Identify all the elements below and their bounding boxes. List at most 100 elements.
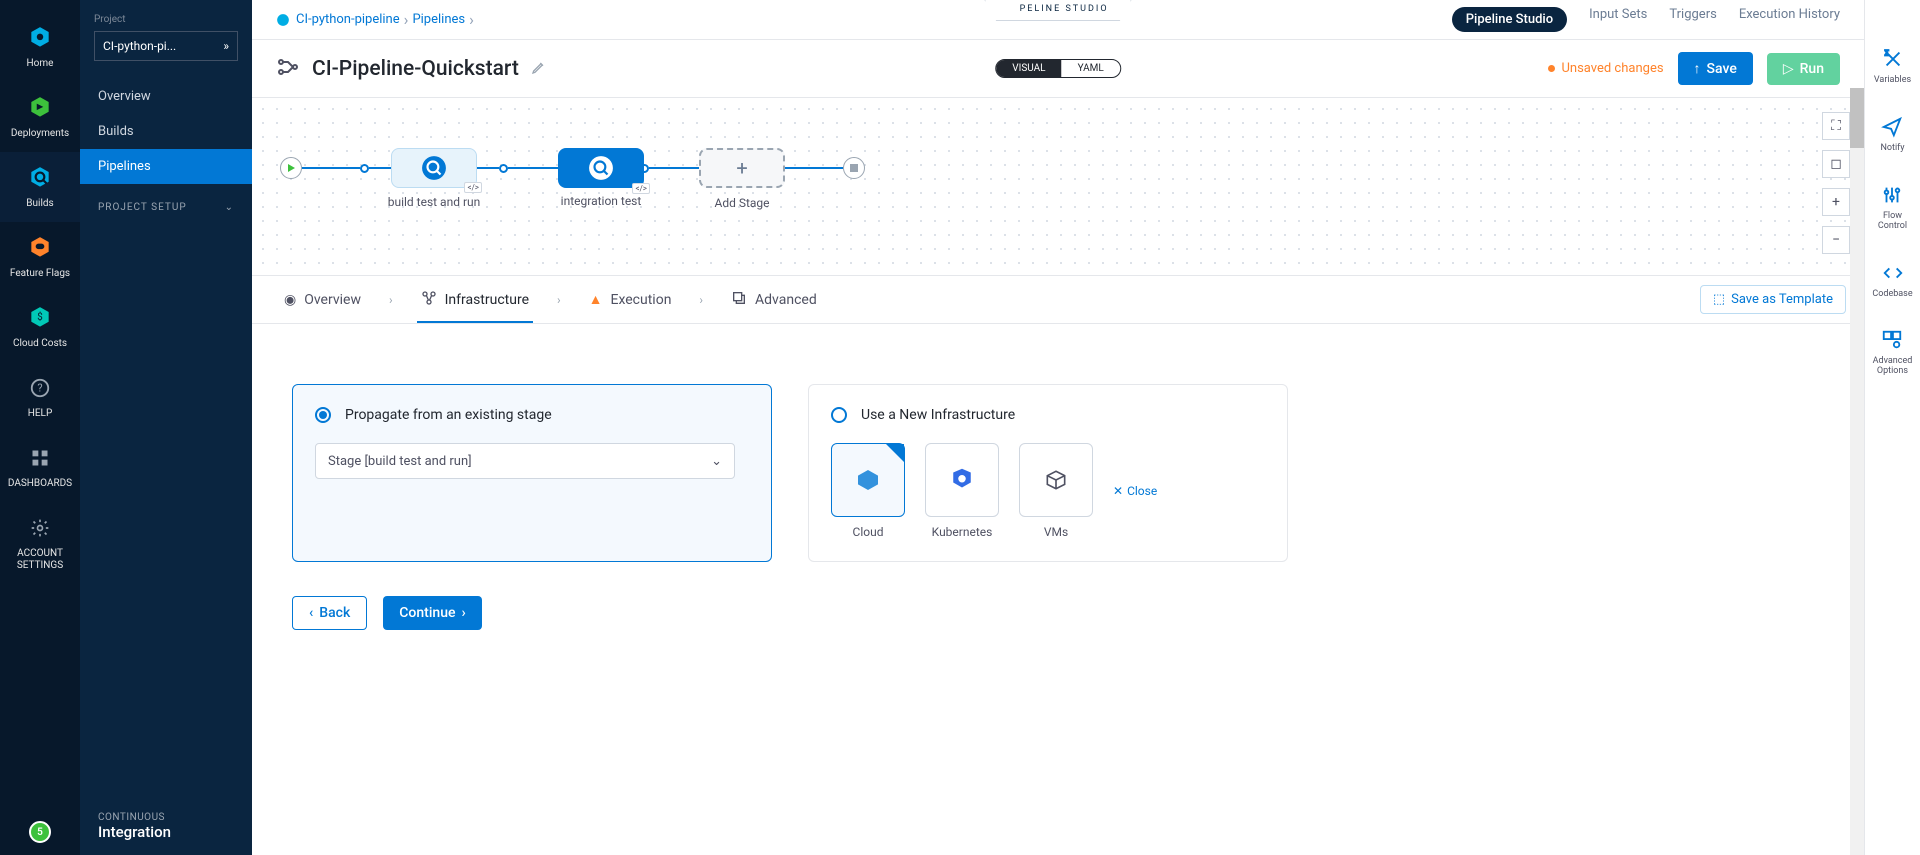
zoom-in-button[interactable]: + [1822,188,1850,216]
rail-deployments[interactable]: Deployments [0,82,80,152]
breadcrumb-section[interactable]: Pipelines [412,12,465,27]
end-node[interactable] [843,157,865,179]
rail-label: Home [27,58,54,70]
rail-label: HELP [28,408,53,420]
infra-option-cloud[interactable]: Cloud [831,443,905,539]
code-icon: </> [632,183,650,194]
scrollbar-thumb[interactable] [1850,88,1864,148]
nav-pipelines[interactable]: Pipelines [80,149,252,184]
project-sidebar: Project CI-python-pi... » Overview Build… [80,0,252,855]
back-label: Back [319,605,350,621]
code-icon [1882,262,1904,284]
rrail-codebase[interactable]: Codebase [1872,262,1912,300]
hex-icon [26,24,54,52]
stage-select[interactable]: Stage [build test and run] ⌄ [315,443,735,479]
project-icon [276,13,290,27]
run-button[interactable]: ▷Run [1767,53,1840,85]
stagetab-infrastructure[interactable]: Infrastructure [407,278,543,322]
gear-icon [26,514,54,542]
save-as-template-button[interactable]: ⬚ Save as Template [1700,285,1846,314]
connector-node[interactable] [360,164,369,173]
radio-new-infra[interactable] [831,407,847,423]
canvas-tools: ⛶ ◻ + − [1822,112,1850,254]
propagate-card[interactable]: Propagate from an existing stage Stage [… [292,384,772,562]
notification-badge[interactable]: 5 [29,821,51,843]
cloud-icon [853,465,883,495]
stagetab-label: Execution [610,292,671,308]
rail-dashboards[interactable]: DASHBOARDS [0,432,80,502]
tab-input-sets[interactable]: Input Sets [1589,7,1647,32]
save-template-label: Save as Template [1731,292,1833,307]
stagetab-label: Overview [304,292,361,308]
propagate-label: Propagate from an existing stage [345,407,552,423]
radio-propagate[interactable] [315,407,331,423]
new-infra-label: Use a New Infrastructure [861,407,1015,423]
rail-builds[interactable]: Builds [0,152,80,222]
new-infra-card[interactable]: Use a New Infrastructure Cloud Kubernete… [808,384,1288,562]
stagetab-execution[interactable]: ▲ Execution [575,279,686,320]
breadcrumb-project-label: CI-python-pipeline [296,12,400,27]
pipeline-canvas[interactable]: </> build test and run </> integration t… [252,98,1864,276]
chevron-down-icon: ⌄ [711,454,722,469]
nav-builds[interactable]: Builds [80,114,252,149]
infra-option-vms[interactable]: VMs [1019,443,1093,539]
main-nav-rail: Home Deployments Builds Feature Flags $ … [0,0,80,855]
rrail-flow-control[interactable]: Flow Control [1878,184,1907,232]
help-icon: ? [26,374,54,402]
stagetab-overview[interactable]: ◉ Overview [270,280,375,320]
breadcrumb-project[interactable]: CI-python-pipeline [276,12,400,27]
rrail-variables[interactable]: Σ Variables [1874,48,1911,86]
edit-icon[interactable] [531,59,547,79]
rail-label: ACCOUNT SETTINGS [17,548,63,572]
advanced-icon [731,290,747,310]
back-button[interactable]: ‹Back [292,596,367,630]
tab-triggers[interactable]: Triggers [1669,7,1716,32]
stagetab-label: Infrastructure [445,292,529,308]
stage-integration-test[interactable]: </> integration test [558,148,644,188]
eye-icon: ◉ [284,292,296,308]
save-button[interactable]: ↑Save [1678,52,1753,85]
stage-search-icon [421,155,447,181]
rrail-label: Codebase [1872,290,1912,300]
tab-execution-history[interactable]: Execution History [1739,7,1840,32]
view-toggle: VISUAL YAML [995,59,1121,78]
rail-account-settings[interactable]: ACCOUNT SETTINGS [0,502,80,584]
chevron-right-icon: » [223,39,229,53]
project-setup-toggle[interactable]: PROJECT SETUP ⌄ [80,184,252,213]
tab-pipeline-studio[interactable]: Pipeline Studio [1452,7,1567,32]
stagetab-advanced[interactable]: Advanced [717,278,831,322]
continue-button[interactable]: Continue› [383,596,481,630]
nav-overview[interactable]: Overview [80,79,252,114]
stage-select-value: Stage [build test and run] [328,454,472,469]
select-button[interactable]: ◻ [1822,150,1850,178]
top-tabs: Pipeline Studio Input Sets Triggers Exec… [1452,7,1840,32]
infra-option-kubernetes[interactable]: Kubernetes [925,443,999,539]
rrail-advanced-options[interactable]: Advanced Options [1873,329,1913,377]
zoom-out-button[interactable]: − [1822,226,1850,254]
infrastructure-content: Propagate from an existing stage Stage [… [252,324,1864,855]
rail-feature-flags[interactable]: Feature Flags [0,222,80,292]
start-node[interactable] [280,157,302,179]
add-stage-button[interactable]: + Add Stage [699,148,785,188]
close-infra-options[interactable]: ✕ Close [1113,484,1157,498]
save-label: Save [1707,61,1737,77]
rail-cloud-costs[interactable]: $ Cloud Costs [0,292,80,362]
scrollbar[interactable] [1850,88,1864,855]
project-select[interactable]: CI-python-pi... » [94,31,238,61]
connector-node[interactable] [499,164,508,173]
main-area: CI-python-pipeline › Pipelines › PIPELIN… [252,0,1864,855]
rail-home[interactable]: Home [0,12,80,82]
hex-icon [26,164,54,192]
stagetab-label: Advanced [755,292,817,308]
sliders-icon [1881,184,1903,206]
rail-help[interactable]: ? HELP [0,362,80,432]
vm-icon [1043,467,1069,493]
rrail-notify[interactable]: Notify [1880,116,1904,154]
fullscreen-button[interactable]: ⛶ [1822,112,1850,140]
studio-badge: PIPELINE STUDIO [984,0,1131,21]
infra-option-label: Kubernetes [925,525,999,539]
hex-icon [26,94,54,122]
stage-build-test-run[interactable]: </> build test and run [391,148,477,188]
toggle-visual[interactable]: VISUAL [996,60,1061,77]
toggle-yaml[interactable]: YAML [1062,60,1120,77]
